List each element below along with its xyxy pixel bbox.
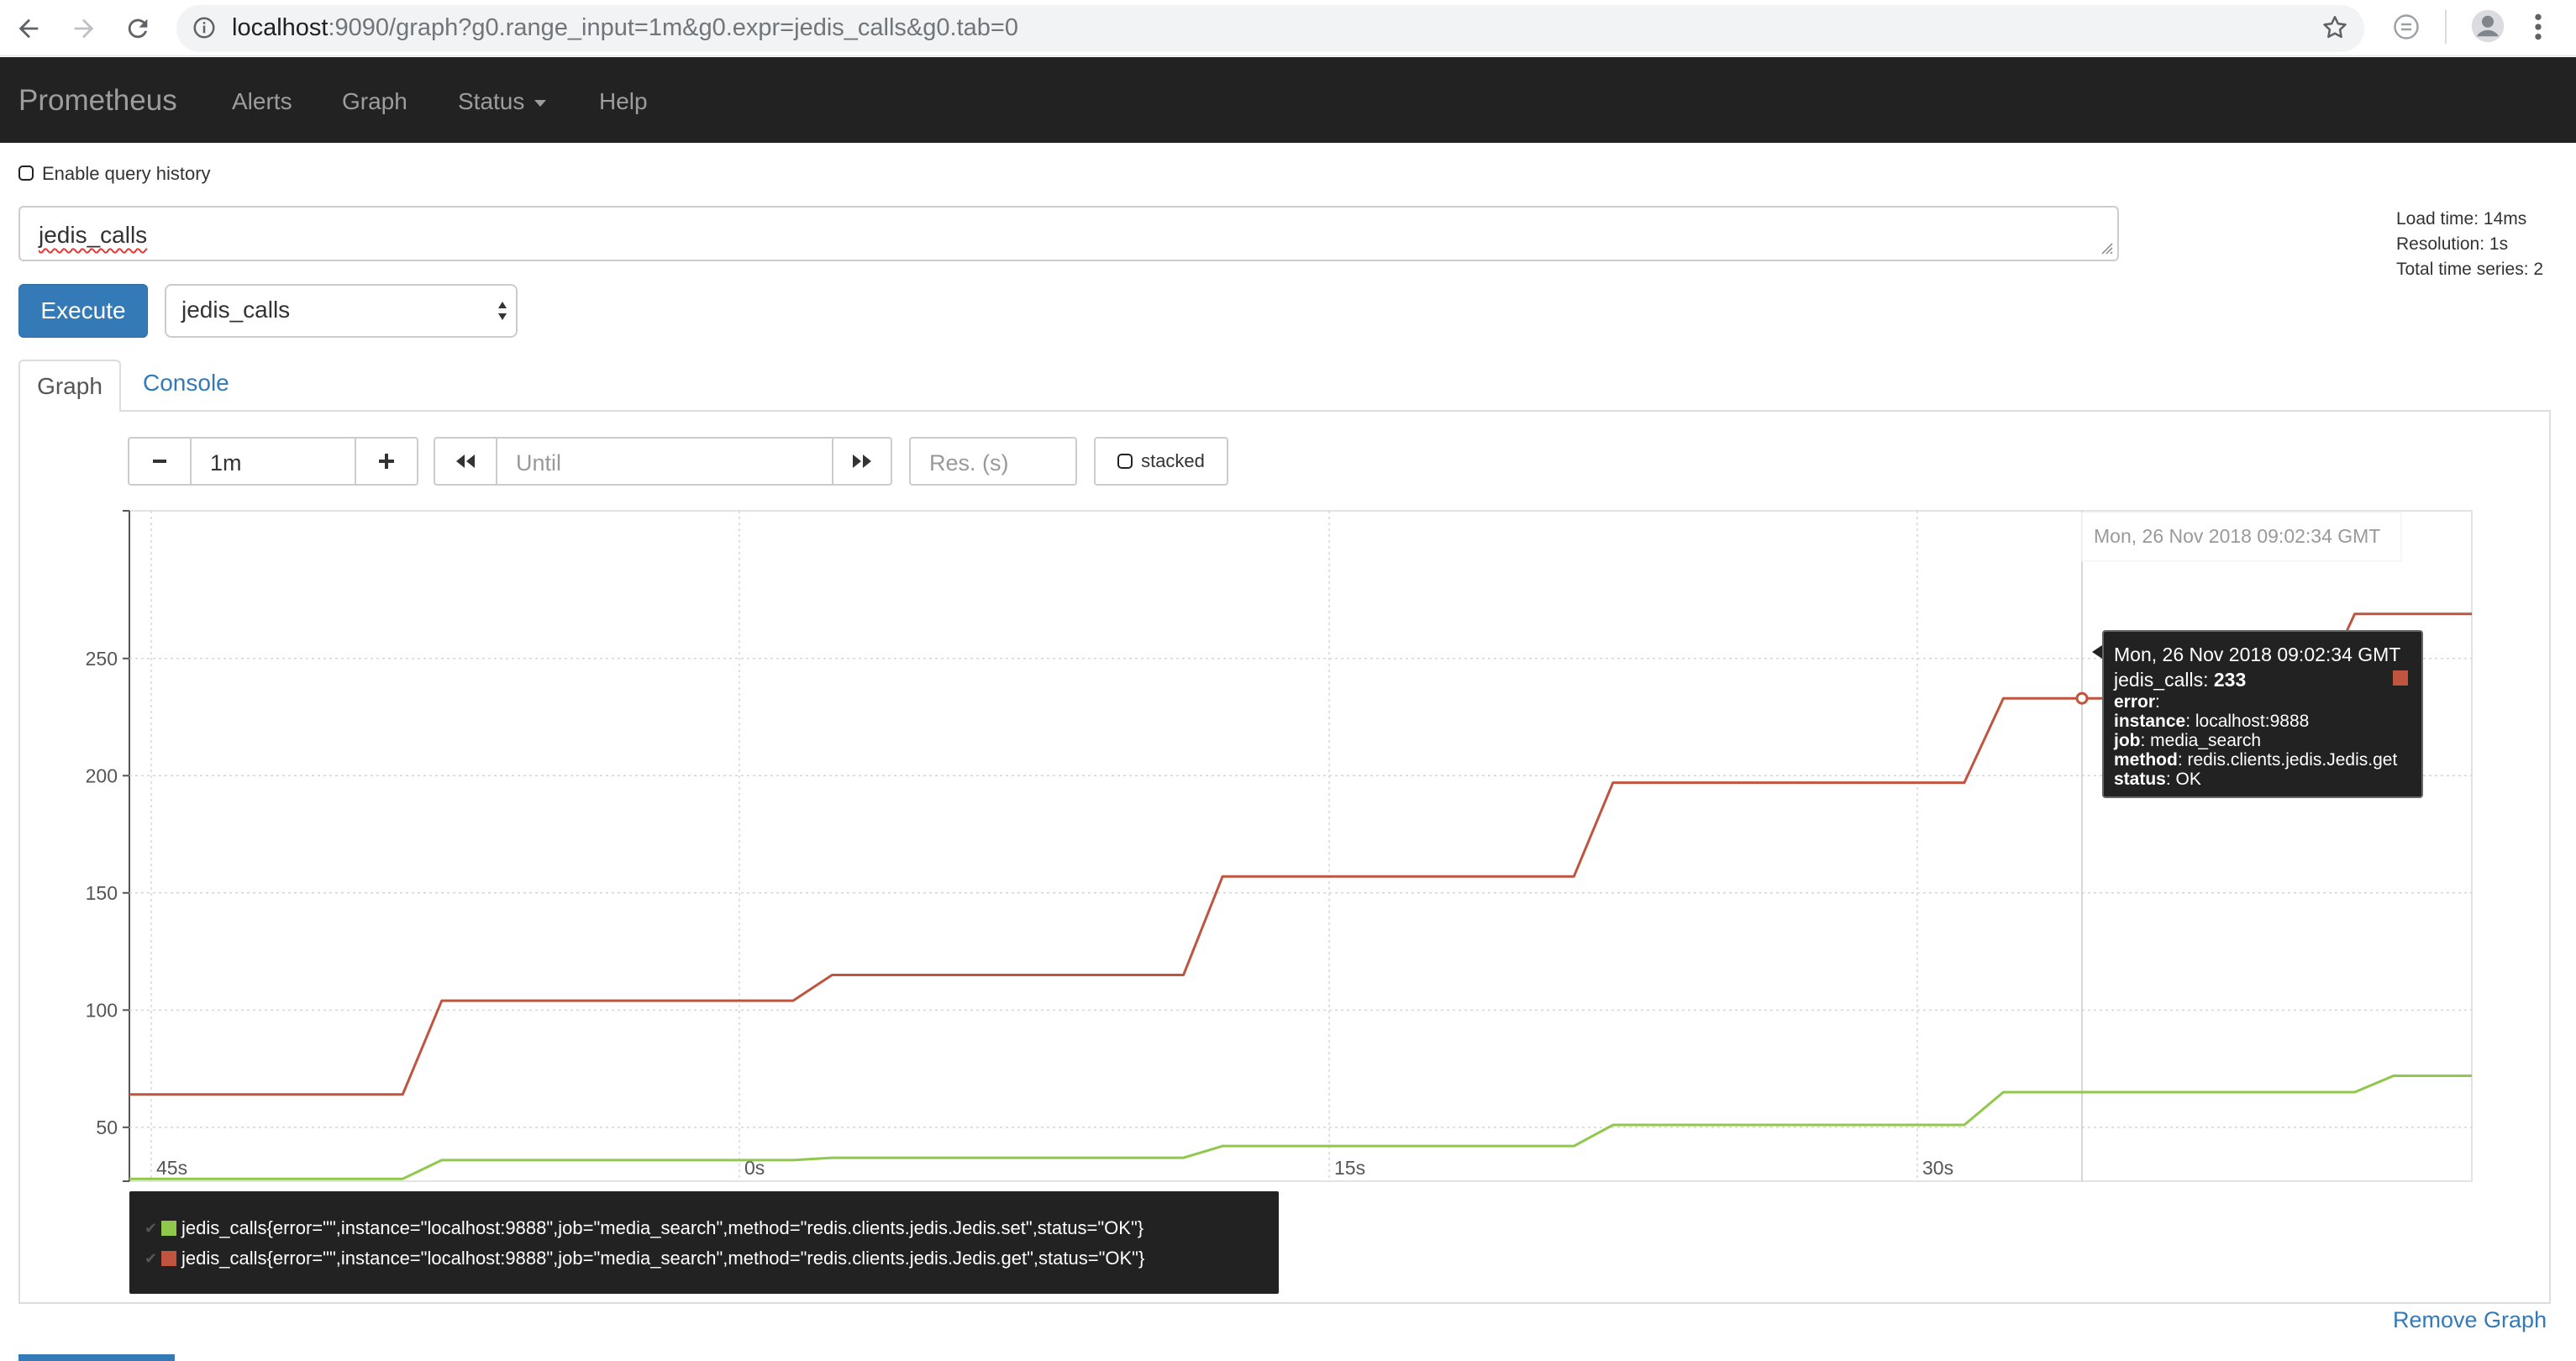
y-tick-label: 50 [96,1117,118,1138]
tooltip-label-row: job: media_search [2114,731,2411,750]
tooltip-label-key: error [2114,692,2156,712]
tooltip-label-key: instance [2114,712,2186,731]
tooltip-value: 233 [2213,669,2247,691]
y-tick-label: 100 [86,999,118,1021]
tooltip-metric-name: jedis_calls: [2114,669,2214,691]
legend-swatch [161,1251,176,1266]
tooltip-label-row: instance: localhost:9888 [2114,712,2411,731]
y-tick-label: 250 [86,648,118,670]
x-tick-label: 30s [1922,1157,1953,1179]
legend-swatch [161,1221,176,1236]
tooltip-label-value: : media_search [2140,731,2262,750]
x-tick-label: 45s [156,1157,187,1179]
legend-check-icon: ✔ [145,1219,158,1237]
tooltip-label-row: status: OK [2114,770,2411,789]
legend-label: jedis_calls{error="",instance="localhost… [181,1217,1144,1238]
tooltip-label-key: status [2114,770,2166,789]
legend-item[interactable]: ✔ jedis_calls{error="",instance="localhos… [145,1213,1279,1243]
tooltip-label-value: : OK [2165,770,2201,789]
y-tick-label: 200 [86,765,118,786]
plot-frame [129,510,2473,1182]
legend-item[interactable]: ✔ jedis_calls{error="",instance="localhos… [145,1243,1279,1274]
tab-graph[interactable]: Graph [18,360,121,412]
tooltip-label-row: error: [2114,692,2411,712]
y-tick-label: 150 [86,882,118,904]
graph-legend: ✔ jedis_calls{error="",instance="localhos… [129,1191,1279,1294]
hover-point [2075,691,2089,705]
x-tick-label: 15s [1334,1157,1365,1179]
hover-tooltip: Mon, 26 Nov 2018 09:02:34 GMT jedis_call… [2102,630,2423,798]
tooltip-label-value: : redis.clients.jedis.Jedis.get [2177,750,2398,770]
tooltip-time: Mon, 26 Nov 2018 09:02:34 GMT [2114,644,2401,665]
tooltip-label-key: method [2114,750,2178,770]
hover-time-label: Mon, 26 Nov 2018 09:02:34 GMT [2094,525,2380,547]
legend-label: jedis_calls{error="",instance="localhost… [181,1248,1145,1269]
tooltip-label-value: : localhost:9888 [2185,712,2310,731]
legend-check-icon: ✔ [145,1249,158,1267]
tooltip-label-key: job [2114,731,2141,750]
tooltip-labels: error: instance: localhost:9888 job: media… [2114,692,2411,789]
tooltip-label-row: method: redis.clients.jedis.Jedis.get [2114,750,2411,770]
add-graph-button[interactable] [18,1354,175,1361]
remove-graph-link[interactable]: Remove Graph [2393,1307,2547,1333]
tooltip-metric: jedis_calls: 233 [2114,667,2411,692]
tooltip-pointer [2092,645,2102,659]
tooltip-label-value: : [2155,692,2160,712]
tooltip-series-swatch [2393,670,2408,686]
